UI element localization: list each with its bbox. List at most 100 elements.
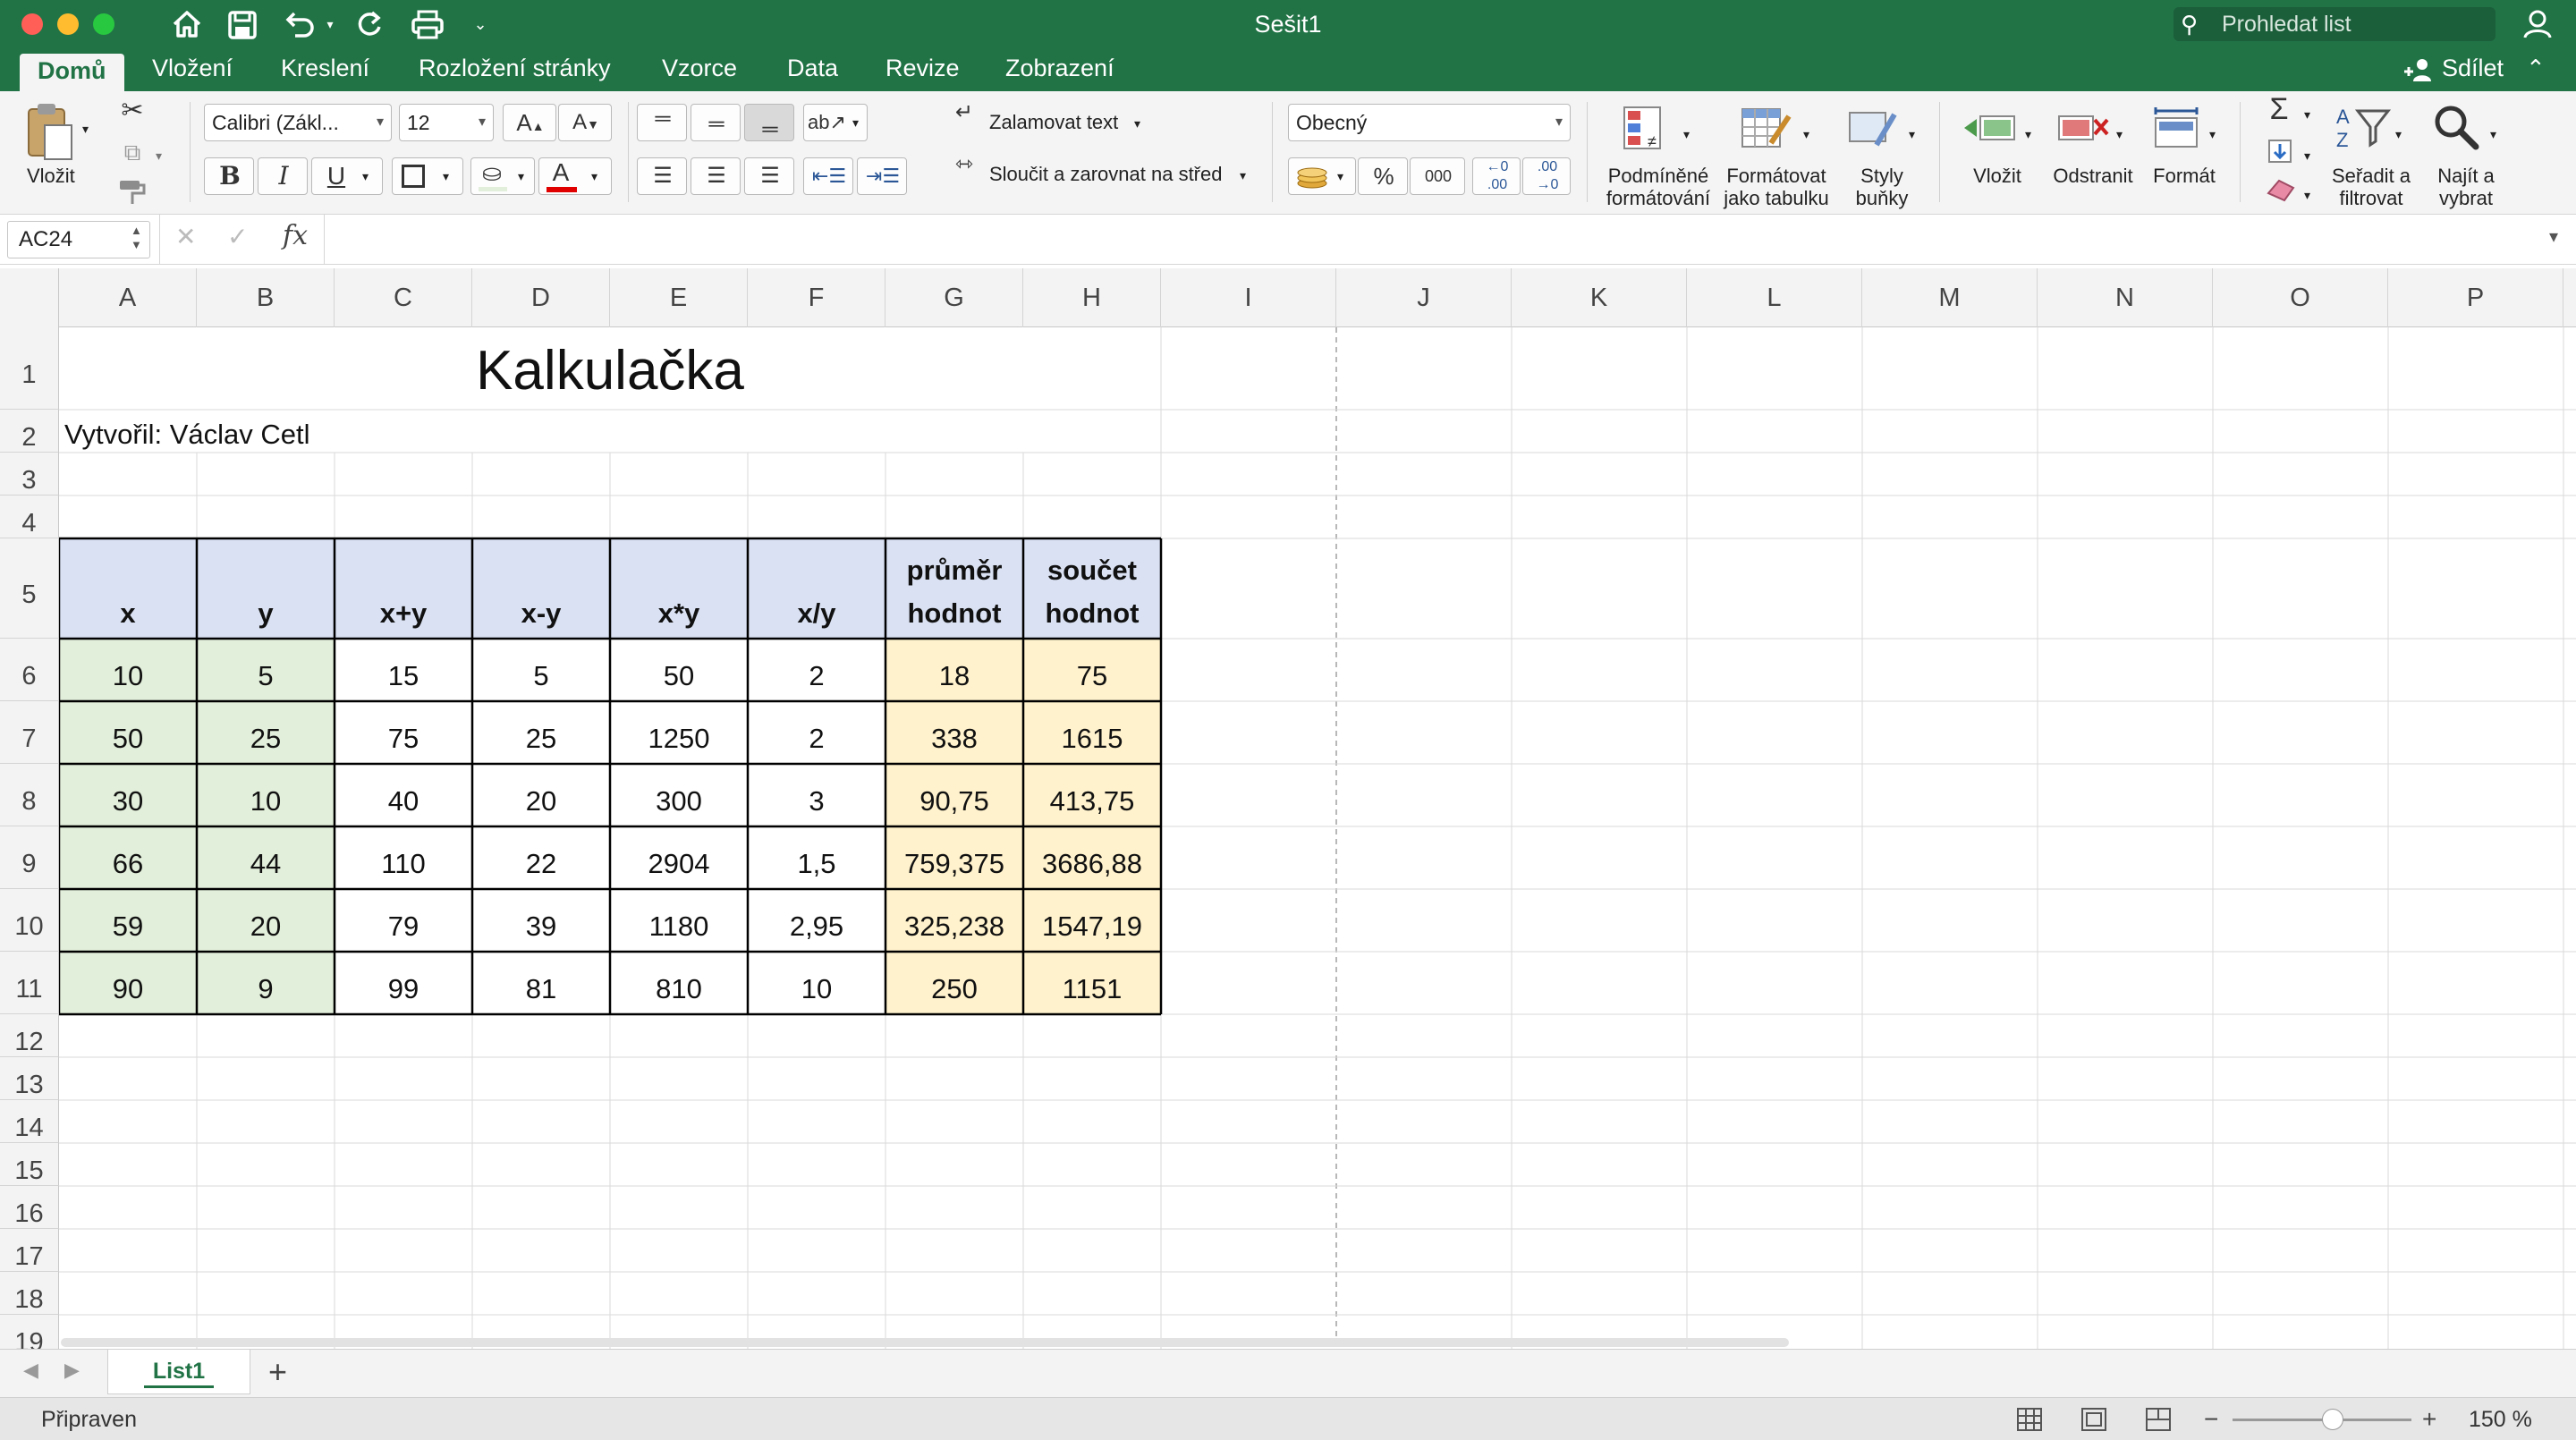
clear-eraser-icon[interactable]	[2265, 175, 2297, 202]
table-cell[interactable]: 39	[472, 889, 610, 952]
increase-indent-button[interactable]: ⇥☰	[857, 157, 907, 195]
paste-label[interactable]: Vložit	[27, 165, 75, 187]
chevron-down-icon[interactable]: ▾	[1803, 123, 1809, 145]
sheet-tab-list1[interactable]: List1	[107, 1350, 250, 1394]
underline-button[interactable]: U ▾	[311, 157, 383, 195]
table-cell[interactable]: 2,95	[748, 889, 886, 952]
share-button[interactable]: Sdílet	[2442, 48, 2504, 91]
tab-data[interactable]: Data	[769, 48, 856, 91]
normal-view-icon[interactable]	[2016, 1407, 2043, 1432]
table-cell[interactable]: 325,238	[886, 889, 1023, 952]
table-cell[interactable]: 40	[335, 764, 472, 826]
profile-icon[interactable]	[2521, 7, 2555, 41]
column-header[interactable]: B	[197, 268, 335, 327]
zoom-slider-thumb[interactable]	[2322, 1409, 2343, 1430]
column-header[interactable]: K	[1512, 268, 1687, 327]
horizontal-scrollbar[interactable]	[61, 1338, 1789, 1347]
chevron-down-icon[interactable]: ▾	[2304, 184, 2310, 206]
table-cell[interactable]: 99	[335, 952, 472, 1014]
column-header[interactable]: E	[610, 268, 748, 327]
table-cell[interactable]: 1,5	[748, 826, 886, 889]
font-size-select[interactable]: 12 ▾	[399, 104, 494, 141]
table-header-cell[interactable]: x*y	[610, 538, 748, 639]
row-header[interactable]: 16	[0, 1186, 59, 1229]
page-layout-view-icon[interactable]	[2080, 1407, 2107, 1432]
chevron-down-icon[interactable]: ▾	[1240, 165, 1246, 186]
fill-down-icon[interactable]	[2267, 138, 2293, 165]
chevron-down-icon[interactable]: ▾	[2304, 104, 2310, 125]
row-header[interactable]: 9	[0, 826, 59, 889]
borders-button[interactable]: ▾	[392, 157, 463, 195]
delete-cells-icon[interactable]	[2055, 104, 2111, 154]
formula-input[interactable]	[333, 220, 2533, 259]
copy-dropdown-icon[interactable]: ▾	[156, 145, 162, 166]
bold-button[interactable]: B	[204, 157, 254, 195]
table-cell[interactable]: 5	[197, 639, 335, 701]
author-cell[interactable]: Vytvořil: Václav Cetl	[64, 410, 601, 453]
chevron-down-icon[interactable]: ▾	[2395, 123, 2402, 145]
column-header[interactable]: A	[59, 268, 197, 327]
next-sheet-icon[interactable]: ▶	[64, 1359, 80, 1382]
wrap-text-icon[interactable]: ↵	[946, 95, 982, 131]
align-middle-button[interactable]: ═	[691, 104, 741, 141]
column-header[interactable]: P	[2388, 268, 2563, 327]
table-header-cell[interactable]: y	[197, 538, 335, 639]
chevron-down-icon[interactable]: ▾	[2209, 123, 2216, 145]
table-cell[interactable]: 25	[197, 701, 335, 764]
table-cell[interactable]: 9	[197, 952, 335, 1014]
row-header[interactable]: 15	[0, 1143, 59, 1186]
table-cell[interactable]: 2	[748, 701, 886, 764]
font-color-button[interactable]: A ▾	[538, 157, 612, 195]
column-header[interactable]: G	[886, 268, 1023, 327]
comma-style-button[interactable]: 000	[1410, 157, 1465, 195]
row-header[interactable]: 7	[0, 701, 59, 764]
paste-icon[interactable]	[23, 100, 77, 163]
select-all-corner[interactable]	[0, 268, 59, 327]
table-header-cell[interactable]: x	[59, 538, 197, 639]
paste-dropdown-icon[interactable]: ▾	[82, 118, 89, 140]
format-as-table-label[interactable]: Formátovat jako tabulku	[1721, 165, 1832, 209]
cut-icon[interactable]: ✂	[114, 93, 150, 129]
tab-draw[interactable]: Kreslení	[263, 48, 387, 91]
decrease-decimal-button[interactable]: .00 →0	[1522, 157, 1571, 195]
table-cell[interactable]: 22	[472, 826, 610, 889]
table-cell[interactable]: 50	[610, 639, 748, 701]
search-input[interactable]: Prohledat list	[2174, 7, 2496, 41]
align-left-button[interactable]: ☰	[637, 157, 687, 195]
decrease-indent-button[interactable]: ⇤☰	[803, 157, 853, 195]
zoom-in-icon[interactable]: +	[2422, 1398, 2436, 1440]
format-painter-icon[interactable]	[116, 177, 148, 209]
collapse-ribbon-icon[interactable]: ⌃	[2526, 48, 2546, 91]
orientation-button[interactable]: ab↗ ▾	[803, 104, 868, 141]
zoom-out-icon[interactable]: −	[2204, 1398, 2218, 1440]
table-header-cell[interactable]: x-y	[472, 538, 610, 639]
row-header[interactable]: 4	[0, 496, 59, 538]
decrease-font-size-button[interactable]: A▼	[558, 104, 612, 141]
previous-sheet-icon[interactable]: ◀	[23, 1359, 38, 1382]
copy-icon[interactable]: ⧉	[114, 134, 150, 170]
find-select-label[interactable]: Najít a vybrat	[2428, 165, 2504, 209]
row-header[interactable]: 8	[0, 764, 59, 826]
table-cell[interactable]: 59	[59, 889, 197, 952]
cancel-icon[interactable]: ✕	[175, 222, 196, 251]
column-header[interactable]: L	[1687, 268, 1862, 327]
page-break-view-icon[interactable]	[2145, 1407, 2172, 1432]
align-top-button[interactable]: ═	[637, 104, 687, 141]
table-cell[interactable]: 1547,19	[1023, 889, 1161, 952]
row-header[interactable]: 10	[0, 889, 59, 952]
chevron-down-icon[interactable]: ▾	[2490, 123, 2496, 145]
row-header[interactable]: 17	[0, 1229, 59, 1272]
table-cell[interactable]: 2904	[610, 826, 748, 889]
table-cell[interactable]: 44	[197, 826, 335, 889]
tab-home[interactable]: Domů	[20, 54, 124, 91]
accounting-format-button[interactable]: ▾	[1288, 157, 1356, 195]
table-header-cell[interactable]: x/y	[748, 538, 886, 639]
align-right-button[interactable]: ☰	[744, 157, 794, 195]
table-cell[interactable]: 79	[335, 889, 472, 952]
column-header[interactable]: D	[472, 268, 610, 327]
insert-cells-label[interactable]: Vložit	[1966, 165, 2029, 187]
table-cell[interactable]: 250	[886, 952, 1023, 1014]
table-cell[interactable]: 15	[335, 639, 472, 701]
tab-insert[interactable]: Vložení	[134, 48, 250, 91]
table-cell[interactable]: 90	[59, 952, 197, 1014]
